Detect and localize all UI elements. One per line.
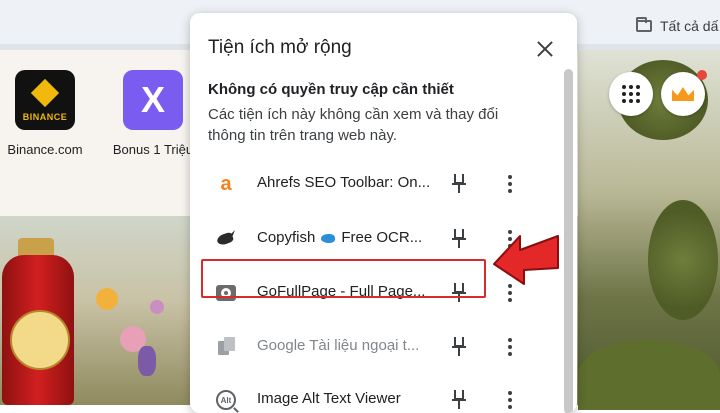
google-docs-offline-icon: [215, 336, 237, 358]
tree-decoration: [648, 200, 718, 320]
flower-decoration: [96, 288, 118, 310]
alt-text-icon: Alt: [215, 389, 237, 411]
extension-name: Ahrefs SEO Toolbar: On...: [257, 174, 431, 191]
extension-name-suffix: Free OCR...: [341, 229, 423, 246]
fish-emoji-icon: [321, 233, 336, 243]
apps-grid-icon: [622, 85, 640, 103]
shortcut-binance[interactable]: BINANCE Binance.com: [0, 70, 90, 157]
binance-logo-tile: BINANCE: [15, 70, 75, 130]
shortcut-label: Bonus 1 Triệu: [112, 142, 194, 157]
extension-item-image-alt-text[interactable]: Alt Image Alt Text Viewer: [190, 375, 564, 413]
all-bookmarks-label: Tất cả dấ: [660, 18, 719, 34]
copyfish-icon: [215, 228, 237, 250]
all-bookmarks-button[interactable]: Tất cả dấ: [636, 17, 719, 34]
close-icon[interactable]: [534, 38, 556, 60]
more-options-icon[interactable]: [508, 175, 512, 193]
more-options-icon[interactable]: [508, 338, 512, 356]
pin-icon[interactable]: [452, 390, 466, 410]
extension-name-prefix: Copyfish: [257, 229, 316, 246]
panel-scrollbar[interactable]: [564, 69, 573, 413]
ahrefs-icon: a: [220, 172, 232, 195]
product-label: [10, 310, 70, 370]
pin-icon[interactable]: [452, 337, 466, 357]
extension-name: Image Alt Text Viewer: [257, 390, 401, 407]
shortcut-label: Binance.com: [7, 142, 83, 157]
crown-icon: [672, 87, 694, 101]
apps-button[interactable]: [609, 72, 653, 116]
x-logo-icon: X: [140, 79, 165, 120]
more-options-icon[interactable]: [508, 391, 512, 409]
section-description: Các tiện ích này không cần xem và thay đ…: [208, 106, 499, 144]
extension-item-ahrefs[interactable]: a Ahrefs SEO Toolbar: On...: [190, 159, 564, 209]
binance-icon: [30, 78, 60, 107]
x-logo-tile: X: [123, 70, 183, 130]
shortcut-bonus[interactable]: X Bonus 1 Triệu: [108, 70, 198, 157]
folder-icon: [636, 17, 652, 32]
pin-icon[interactable]: [452, 174, 466, 194]
flower-decoration: [138, 346, 156, 376]
flower-decoration: [150, 300, 164, 314]
hill-decoration: [578, 340, 720, 410]
extensions-panel: Tiện ích mở rộng Không có quyền truy cập…: [190, 13, 577, 413]
binance-tile-text: BINANCE: [22, 111, 68, 122]
panel-title: Tiện ích mở rộng: [208, 37, 352, 58]
extension-name: Google Tài liệu ngoại t...: [257, 337, 420, 354]
extension-name: Copyfish Free OCR...: [257, 229, 437, 246]
highlight-box: [201, 259, 486, 298]
pin-icon[interactable]: [452, 229, 466, 249]
profile-button[interactable]: [661, 70, 707, 116]
notification-badge: [697, 70, 707, 80]
red-arrow-icon: [493, 235, 559, 285]
extension-item-google-docs-offline[interactable]: Google Tài liệu ngoại t...: [190, 322, 564, 372]
section-heading: Không có quyền truy cập cần thiết: [208, 81, 454, 98]
